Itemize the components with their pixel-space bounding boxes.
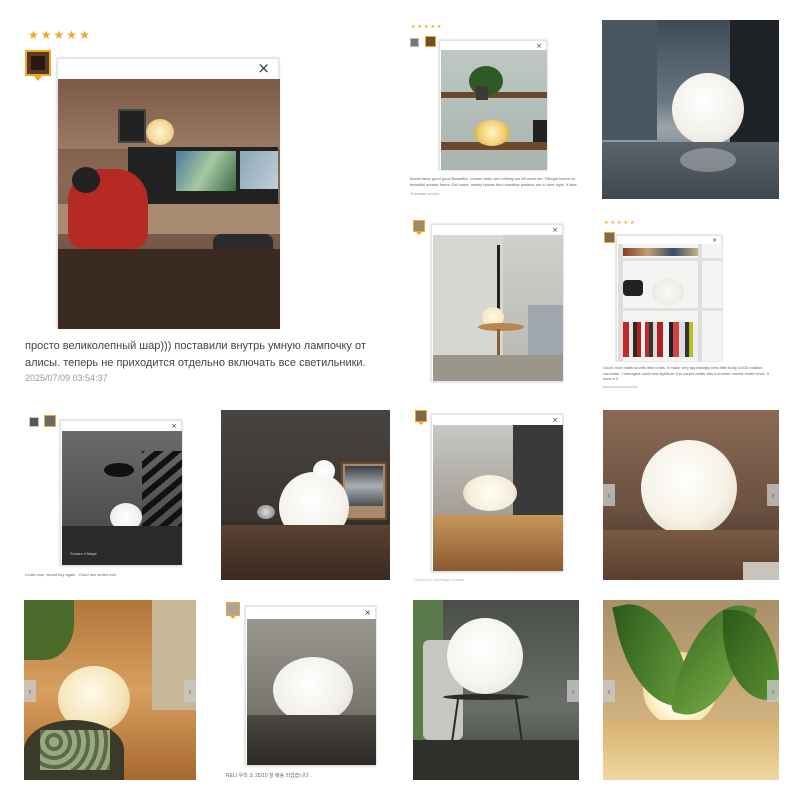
review-thumbnail[interactable] xyxy=(415,410,427,422)
review-thumbnail[interactable] xyxy=(44,415,56,427)
review-text: Looks nice, would buy again · Good use s… xyxy=(25,572,116,577)
photo-viewer: × xyxy=(245,606,376,766)
review-text: просто великолепный шар))) поставили вну… xyxy=(25,340,366,370)
chevron-right-icon: › xyxy=(188,686,192,696)
next-photo-button[interactable]: › xyxy=(767,484,779,506)
review-photo[interactable] xyxy=(603,410,779,580)
review-photo[interactable] xyxy=(433,235,563,381)
review-thumbnail[interactable] xyxy=(226,602,240,616)
star-icon: ★ xyxy=(604,220,609,226)
next-photo-button[interactable]: › xyxy=(567,680,579,702)
review-text: RELI 우리 소 25/10 잘 배송 되었습니다 . xyxy=(226,773,312,779)
review-text: Перейти к переводу отзыва xyxy=(413,577,465,582)
star-icon: ★ xyxy=(616,220,622,226)
review-photo[interactable] xyxy=(24,600,196,780)
chevron-right-icon: › xyxy=(771,686,775,696)
close-icon[interactable]: × xyxy=(552,227,558,234)
photo-viewer: × xyxy=(439,40,547,170)
photo-watermark: Sobare.ll Mаре xyxy=(70,551,97,556)
review-thumbnail[interactable] xyxy=(410,38,419,47)
prev-photo-button[interactable]: ‹ xyxy=(603,680,615,702)
close-icon[interactable]: × xyxy=(364,609,371,617)
prev-photo-button[interactable]: ‹ xyxy=(24,680,36,702)
star-icon: ★ xyxy=(430,24,435,30)
star-icon: ★ xyxy=(610,220,615,226)
review-date: 2025/07/09 03:54:37 xyxy=(25,373,108,383)
review-photo[interactable] xyxy=(58,79,280,329)
close-icon[interactable]: × xyxy=(536,43,542,50)
rating-stars: ★ ★ ★ ★ ★ xyxy=(411,25,441,30)
review-text: Model lamp good good Beautiful, volume r… xyxy=(410,176,577,187)
review-thumbnail[interactable] xyxy=(413,220,425,232)
star-icon: ★ xyxy=(40,28,52,42)
photo-viewer: × xyxy=(431,414,563,572)
star-icon: ★ xyxy=(79,28,90,42)
star-icon: ★ xyxy=(66,28,78,42)
photo-viewer: × xyxy=(431,224,563,382)
rating-stars: ★ ★ ★ ★ ★ xyxy=(604,221,634,226)
star-icon: ★ xyxy=(423,24,429,30)
next-photo-button[interactable]: › xyxy=(767,680,779,702)
thumbnail-pointer-icon xyxy=(34,76,42,81)
chevron-right-icon: › xyxy=(771,490,775,500)
star-icon: ★ xyxy=(53,28,65,42)
review-thumbnail[interactable] xyxy=(425,36,436,47)
review-photo[interactable]: Sobare.ll Mаре xyxy=(62,431,182,565)
review-photo[interactable] xyxy=(413,600,579,780)
close-icon[interactable]: × xyxy=(257,61,270,76)
review-photo[interactable] xyxy=(441,50,547,170)
chevron-left-icon: ‹ xyxy=(607,686,611,696)
photo-viewer: × xyxy=(616,235,722,361)
review-photo[interactable] xyxy=(221,410,390,580)
rating-stars: ★ ★ ★ ★ ★ xyxy=(28,29,90,41)
chevron-right-icon: › xyxy=(571,686,575,696)
review-thumbnail[interactable] xyxy=(25,50,51,76)
photo-viewer: × Sobare.ll Mаре xyxy=(60,420,182,566)
star-icon: ★ xyxy=(623,220,628,226)
review-thumbnail[interactable] xyxy=(604,232,615,243)
review-photo[interactable] xyxy=(618,244,722,361)
photo-viewer: × xyxy=(57,58,280,329)
thumbnail-pointer-icon xyxy=(416,232,422,235)
chevron-left-icon: ‹ xyxy=(607,490,611,500)
chevron-left-icon: ‹ xyxy=(28,686,32,696)
close-icon[interactable]: × xyxy=(171,423,177,430)
star-icon: ★ xyxy=(411,24,416,30)
review-photo[interactable] xyxy=(433,425,563,571)
review-photo[interactable] xyxy=(247,619,376,765)
review-thumbnail[interactable] xyxy=(29,417,39,427)
next-photo-button[interactable]: › xyxy=(184,680,196,702)
star-icon: ★ xyxy=(436,24,442,30)
translate-link[interactable]: Translate review xyxy=(603,386,638,388)
review-text: Good, nice material with little holes. I… xyxy=(603,365,769,382)
translate-link[interactable]: Translate review xyxy=(410,191,439,197)
star-icon: ★ xyxy=(417,24,422,30)
star-icon: ★ xyxy=(629,220,635,226)
review-photo[interactable] xyxy=(602,20,779,199)
prev-photo-button[interactable]: ‹ xyxy=(603,484,615,506)
review-photo[interactable] xyxy=(603,600,779,780)
thumbnail-pointer-icon xyxy=(230,616,236,619)
star-icon: ★ xyxy=(28,28,39,42)
thumbnail-pointer-icon xyxy=(418,422,424,425)
close-icon[interactable]: × xyxy=(552,417,558,424)
